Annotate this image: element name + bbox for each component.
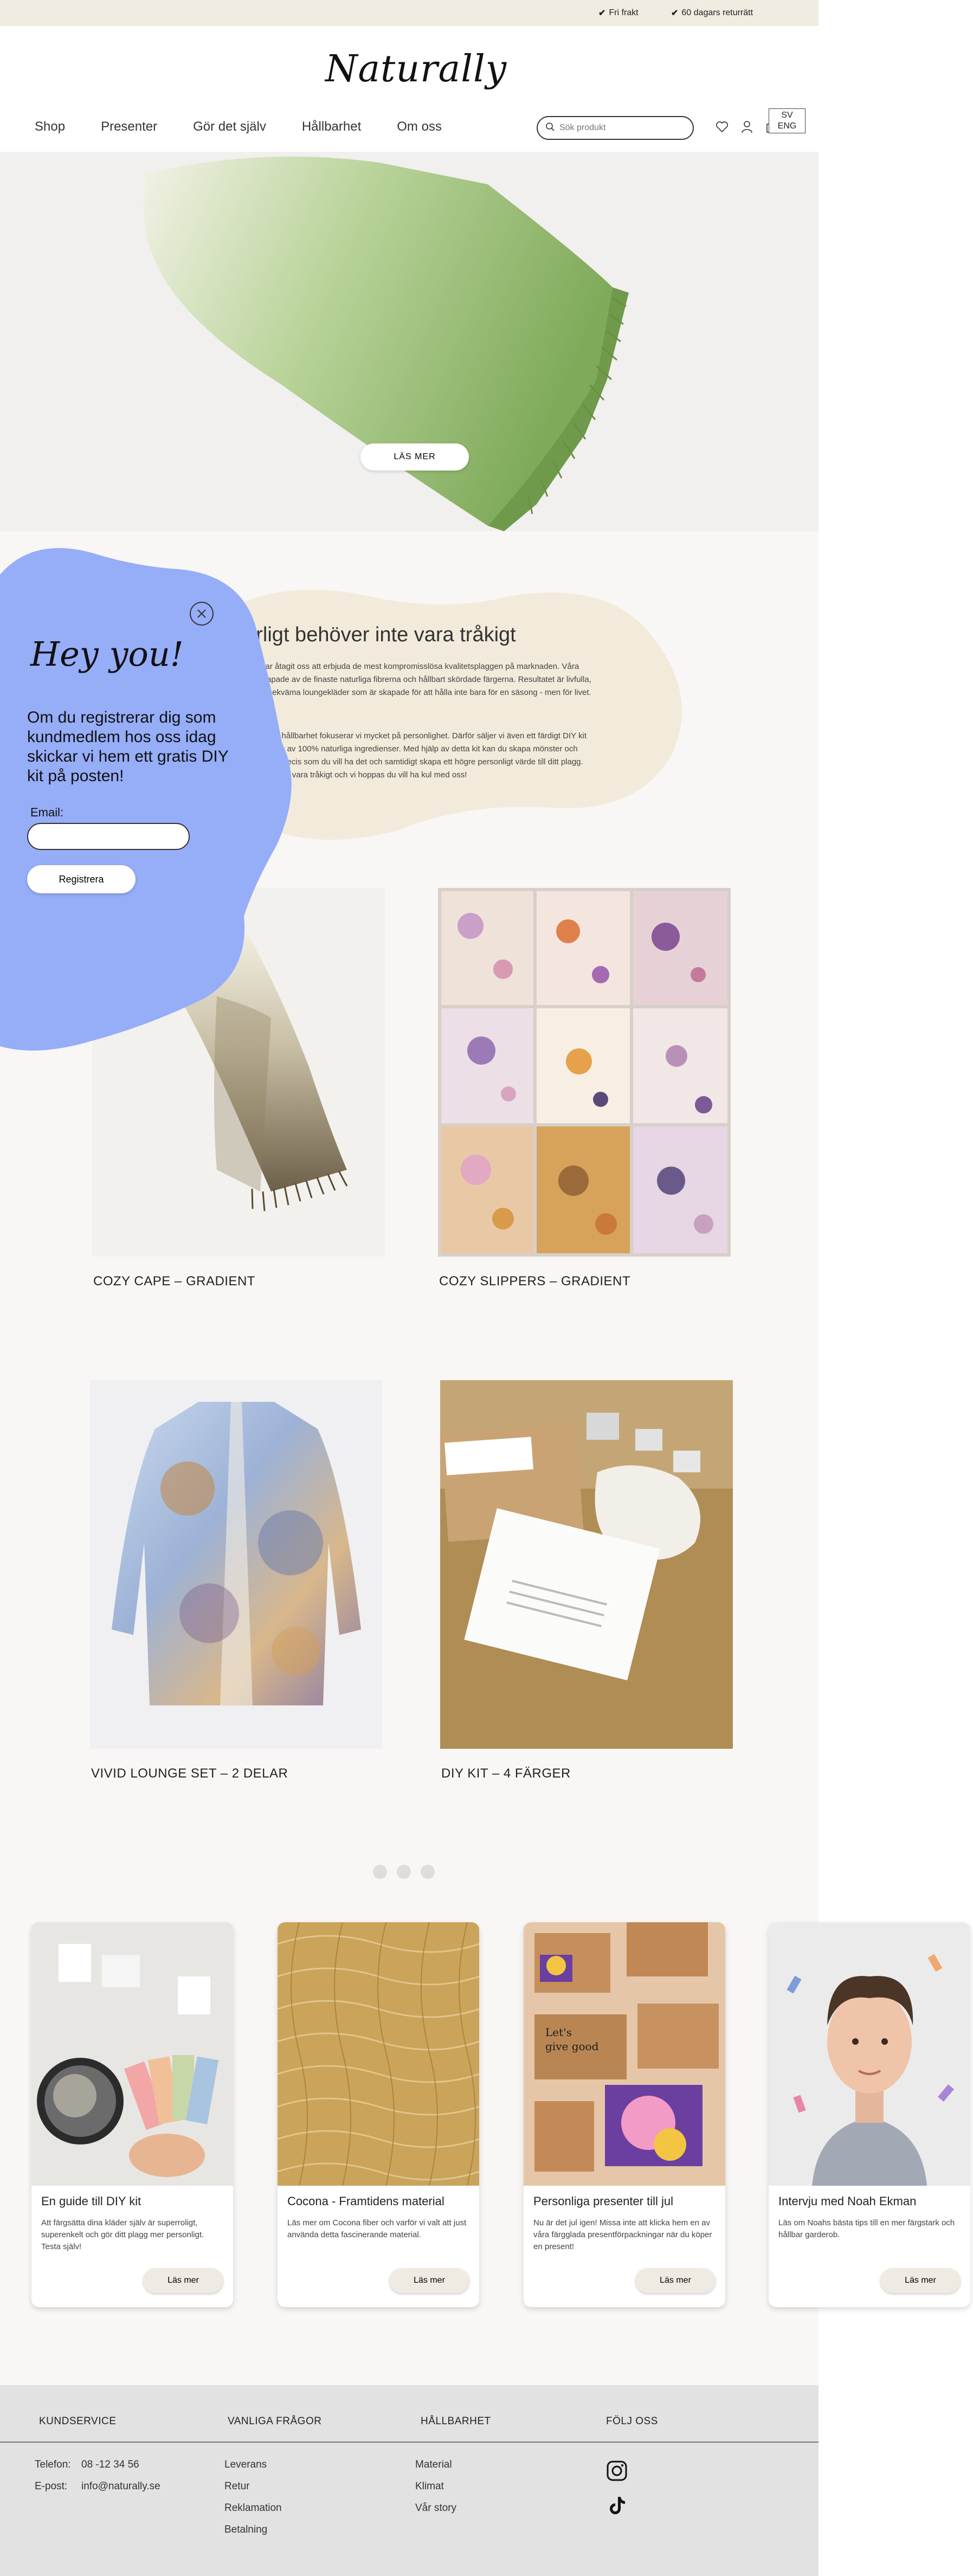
read-more-button[interactable]: Läs mer <box>880 2268 961 2293</box>
read-more-button[interactable]: Läs mer <box>143 2268 223 2293</box>
footer-heading: KUNDSERVICE <box>39 2416 117 2427</box>
hero-banner: LÄS MER <box>0 152 819 531</box>
carousel-dots <box>373 1865 435 1879</box>
search-input[interactable] <box>559 123 679 133</box>
article-title: En guide till DIY kit <box>41 2194 141 2208</box>
language-selector[interactable]: SV ENG <box>769 108 806 133</box>
footer-link[interactable]: Vår story <box>415 2502 456 2514</box>
main-nav: Shop Presenter Gör det själv Hållbarhet … <box>35 119 478 134</box>
article-text: Läs om Noahs bästa tips till en mer färg… <box>778 2218 955 2239</box>
nav-sustainability[interactable]: Hållbarhet <box>302 119 361 134</box>
email-field[interactable] <box>27 823 190 850</box>
perk-free-shipping: ✔ Fri frakt <box>598 8 639 18</box>
svg-text:give good: give good <box>545 2040 599 2053</box>
footer-divider <box>0 2442 819 2443</box>
popup-text: Om du registrerar dig som kundmedlem hos… <box>27 709 229 785</box>
article-text: Läs mer om Cocona fiber och varför vi va… <box>287 2218 467 2239</box>
search-icon <box>545 122 555 134</box>
newsletter-popup-background <box>0 548 292 1051</box>
instagram-icon[interactable] <box>606 2460 628 2484</box>
nav-diy[interactable]: Gör det själv <box>193 119 266 134</box>
read-more-button[interactable]: LÄS MER <box>360 443 469 471</box>
phone-value[interactable]: 08 -12 34 56 <box>81 2459 139 2471</box>
product-name[interactable]: VIVID LOUNGE SET – 2 DELAR <box>91 1766 288 1781</box>
email-label: Email: <box>30 806 64 819</box>
logo[interactable]: Naturally <box>325 48 506 91</box>
footer-link[interactable]: Reklamation <box>224 2502 282 2514</box>
page: ✔ Fri frakt ✔ 60 dagars returrätt Natura… <box>0 0 970 2576</box>
search-box[interactable] <box>537 116 694 140</box>
article-card[interactable]: Intervju med Noah Ekman Läs om Noahs bäs… <box>769 1922 970 2307</box>
email-label: E-post: <box>35 2481 68 2492</box>
hero-blanket-image <box>143 156 629 531</box>
read-more-button[interactable]: Läs mer <box>635 2268 716 2293</box>
product-name[interactable]: COZY CAPE – GRADIENT <box>93 1274 255 1289</box>
header: Naturally Shop Presenter Gör det själv H… <box>0 26 819 152</box>
footer-heading: VANLIGA FRÅGOR <box>228 2416 322 2427</box>
article-image: Let's give good <box>524 1922 725 2186</box>
article-card[interactable]: En guide till DIY kit Att färgsätta dina… <box>31 1922 233 2307</box>
lang-eng[interactable]: ENG <box>769 121 805 132</box>
email-value[interactable]: info@naturally.se <box>81 2481 160 2493</box>
carousel-dot[interactable] <box>373 1865 387 1879</box>
nav-shop[interactable]: Shop <box>35 119 65 134</box>
check-icon: ✔ <box>671 9 679 18</box>
top-bar: ✔ Fri frakt ✔ 60 dagars returrätt <box>0 0 819 26</box>
carousel-dot[interactable] <box>397 1865 411 1879</box>
article-text: Nu är det jul igen! Missa inte att klick… <box>533 2218 712 2251</box>
article-image <box>769 1922 970 2186</box>
footer: KUNDSERVICE VANLIGA FRÅGOR HÅLLBARHET FÖ… <box>0 2385 819 2576</box>
perk-label: Fri frakt <box>609 8 639 17</box>
footer-link[interactable]: Material <box>415 2459 452 2471</box>
footer-link[interactable]: Betalning <box>224 2524 267 2536</box>
close-icon[interactable] <box>190 602 214 626</box>
heart-icon[interactable] <box>714 119 730 134</box>
nav-about[interactable]: Om oss <box>397 119 442 134</box>
footer-link[interactable]: Leverans <box>224 2459 267 2471</box>
article-image <box>278 1922 479 2186</box>
perk-label: 60 dagars returrätt <box>681 8 753 17</box>
product-image-diy-kit[interactable] <box>440 1380 733 1749</box>
article-text: Att färgsätta dina kläder själv är super… <box>41 2218 204 2251</box>
footer-link[interactable]: Retur <box>224 2481 249 2493</box>
lang-sv[interactable]: SV <box>769 110 805 121</box>
check-icon: ✔ <box>598 9 606 18</box>
register-button[interactable]: Registrera <box>27 865 136 893</box>
product-name[interactable]: COZY SLIPPERS – GRADIENT <box>439 1274 630 1289</box>
popup-title: Hey you! <box>30 634 184 674</box>
read-more-button[interactable]: Läs mer <box>389 2268 469 2293</box>
footer-heading: HÅLLBARHET <box>421 2416 491 2427</box>
user-icon[interactable] <box>739 119 755 134</box>
perk-returns: ✔ 60 dagars returrätt <box>671 8 753 18</box>
article-title: Personliga presenter till jul <box>533 2194 674 2208</box>
article-card[interactable]: Let's give good Personliga presenter till… <box>524 1922 725 2307</box>
article-image <box>31 1922 233 2186</box>
product-image-cozy-slippers[interactable] <box>438 888 731 1257</box>
footer-heading: FÖLJ OSS <box>606 2416 658 2427</box>
article-title: Cocona - Framtidens material <box>287 2194 444 2208</box>
article-card[interactable]: Cocona - Framtidens material Läs mer om … <box>278 1922 479 2307</box>
carousel-dot[interactable] <box>421 1865 435 1879</box>
product-name[interactable]: DIY KIT – 4 FÄRGER <box>441 1766 571 1781</box>
nav-presenter[interactable]: Presenter <box>101 119 157 134</box>
product-image-vivid-lounge-set[interactable] <box>90 1380 383 1749</box>
tiktok-icon[interactable] <box>606 2495 628 2519</box>
footer-link[interactable]: Klimat <box>415 2481 444 2493</box>
svg-text:Let's: Let's <box>545 2026 572 2039</box>
article-title: Intervju med Noah Ekman <box>778 2194 917 2208</box>
phone-label: Telefon: <box>35 2459 71 2470</box>
